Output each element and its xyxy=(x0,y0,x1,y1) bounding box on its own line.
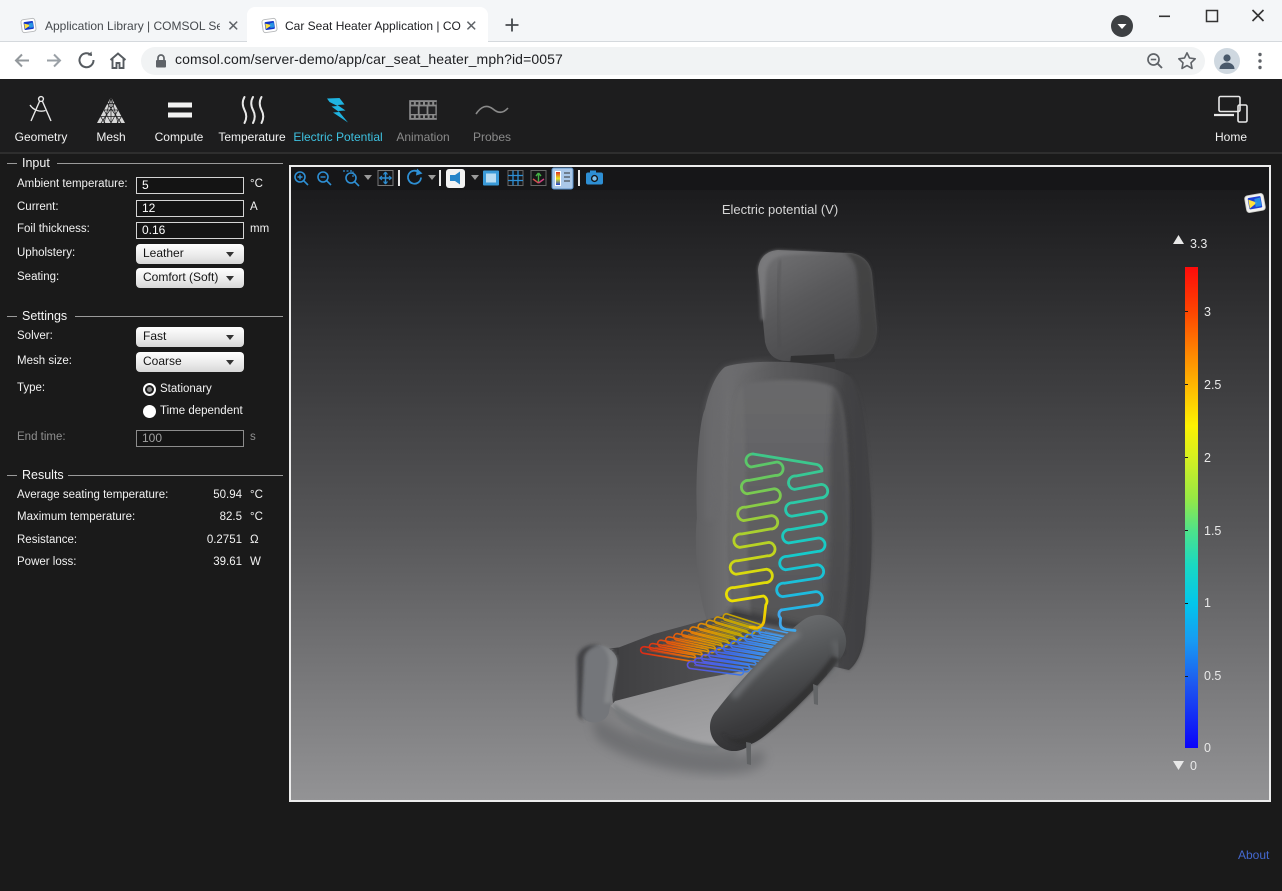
svg-text:2: 2 xyxy=(1204,451,1211,465)
svg-text:1.5: 1.5 xyxy=(1204,524,1221,538)
svg-text:3: 3 xyxy=(1204,305,1211,319)
svg-text:2.5: 2.5 xyxy=(1204,378,1221,392)
svg-text:0.5: 0.5 xyxy=(1204,669,1221,683)
svg-text:0: 0 xyxy=(1190,759,1197,773)
svg-text:3.3: 3.3 xyxy=(1190,237,1207,251)
svg-text:1: 1 xyxy=(1204,596,1211,610)
svg-text:0: 0 xyxy=(1204,741,1211,755)
